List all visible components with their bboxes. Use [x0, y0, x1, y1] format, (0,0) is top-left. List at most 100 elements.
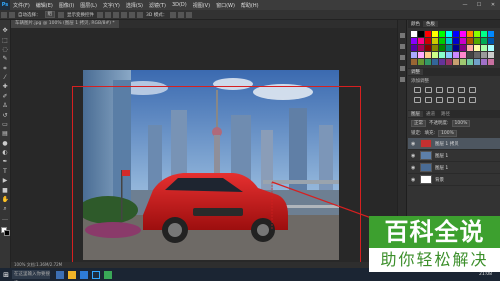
swatch-color[interactable] [488, 45, 494, 51]
swatch-color[interactable] [418, 52, 424, 58]
swatch-color[interactable] [432, 45, 438, 51]
curves-icon[interactable] [436, 87, 443, 93]
swatch-color[interactable] [481, 59, 487, 65]
tab-channels[interactable]: 通道 [423, 111, 438, 117]
swatch-color[interactable] [439, 38, 445, 44]
brush-panel-icon[interactable] [399, 55, 405, 60]
blur-icon[interactable]: ● [2, 140, 9, 147]
character-icon[interactable] [399, 66, 405, 71]
swatch-color[interactable] [425, 45, 431, 51]
menu-edit[interactable]: 编辑(E) [33, 2, 56, 9]
align-center-icon[interactable] [129, 11, 135, 18]
healing-icon[interactable]: ✚ [2, 83, 9, 90]
brush-icon[interactable]: ✐ [2, 93, 9, 100]
swatch-color[interactable] [411, 45, 417, 51]
menu-type[interactable]: 文字(Y) [100, 2, 123, 9]
layer-row[interactable]: ◉ 背景 [408, 174, 500, 186]
shape-icon[interactable]: ■ [2, 187, 9, 194]
swatch-color[interactable] [460, 31, 466, 37]
tab-color[interactable]: 颜色 [408, 21, 423, 27]
tool-preset-icon[interactable] [9, 11, 15, 18]
color-swatches[interactable] [0, 226, 10, 237]
menu-filter[interactable]: 滤镜(T) [146, 2, 169, 9]
channel-mixer-icon[interactable] [447, 97, 454, 103]
align-middle-icon[interactable] [105, 11, 111, 18]
minimize-button[interactable]: — [458, 2, 472, 8]
auto-select-dropdown[interactable]: 组 [44, 11, 55, 18]
swatch-color[interactable] [467, 38, 473, 44]
properties-icon[interactable] [399, 44, 405, 49]
lasso-icon[interactable]: ◌ [2, 46, 9, 53]
3d-drag-icon[interactable] [186, 11, 193, 18]
swatch-color[interactable] [460, 45, 466, 51]
task-view-icon[interactable] [56, 270, 64, 279]
type-icon[interactable]: T [2, 168, 9, 175]
swatch-color[interactable] [439, 52, 445, 58]
swatch-color[interactable] [418, 45, 424, 51]
swatch-color[interactable] [411, 52, 417, 58]
history-brush-icon[interactable]: ↺ [2, 112, 9, 119]
swatch-color[interactable] [488, 59, 494, 65]
swatch-color[interactable] [460, 38, 466, 44]
menu-layer[interactable]: 图层(L) [77, 2, 100, 9]
maximize-button[interactable]: ☐ [472, 2, 486, 8]
align-bottom-icon[interactable] [113, 11, 119, 18]
swatch-color[interactable] [467, 52, 473, 58]
swatch-color[interactable] [453, 52, 459, 58]
invert-icon[interactable] [469, 97, 476, 103]
tab-layers[interactable]: 图层 [408, 111, 423, 117]
3d-rotate-icon[interactable] [170, 11, 177, 18]
lookup-icon[interactable] [458, 97, 465, 103]
menu-image[interactable]: 图像(I) [56, 2, 77, 9]
menu-window[interactable]: 窗口(W) [213, 2, 238, 9]
eraser-icon[interactable]: ▭ [2, 121, 9, 128]
tab-adjustments[interactable]: 调整 [408, 69, 423, 75]
swatch-color[interactable] [418, 59, 424, 65]
swatch-color[interactable] [425, 31, 431, 37]
document-tab[interactable]: 车辆图片.jpg @ 100% (图层 1 拷贝, RGB/8#) * [11, 20, 119, 28]
swatch-color[interactable] [467, 59, 473, 65]
swatch-color[interactable] [411, 59, 417, 65]
swatch-color[interactable] [446, 38, 452, 44]
move-tool-icon[interactable] [1, 11, 7, 18]
quick-select-icon[interactable]: ✎ [2, 55, 9, 62]
swatch-color[interactable] [460, 59, 466, 65]
levels-icon[interactable] [425, 87, 432, 93]
path-select-icon[interactable]: ▶ [2, 177, 9, 184]
swatch-color[interactable] [453, 31, 459, 37]
swatch-color[interactable] [411, 31, 417, 37]
swatch-color[interactable] [446, 59, 452, 65]
history-icon[interactable] [399, 33, 405, 38]
swatch-color[interactable] [446, 45, 452, 51]
zoom-level[interactable]: 100% [14, 262, 25, 267]
layer-row[interactable]: ◉ 图层 1 [408, 162, 500, 174]
swatch-color[interactable] [446, 31, 452, 37]
tab-paths[interactable]: 路径 [438, 111, 453, 117]
canvas-area[interactable] [11, 28, 397, 270]
eye-icon[interactable]: ◉ [411, 153, 417, 159]
swatch-color[interactable] [432, 52, 438, 58]
swatch-color[interactable] [439, 59, 445, 65]
swatch-color[interactable] [488, 52, 494, 58]
align-right-icon[interactable] [137, 11, 143, 18]
layer-row[interactable]: ◉ 图层 1 [408, 150, 500, 162]
swatch-color[interactable] [481, 45, 487, 51]
vibrance-icon[interactable] [458, 87, 465, 93]
eye-icon[interactable]: ◉ [411, 141, 417, 147]
swatch-color[interactable] [425, 38, 431, 44]
pen-icon[interactable]: ✒ [2, 158, 9, 165]
swatch-color[interactable] [453, 38, 459, 44]
eye-icon[interactable]: ◉ [411, 165, 417, 171]
swatch-color[interactable] [488, 31, 494, 37]
paragraph-icon[interactable] [399, 77, 405, 82]
swatch-color[interactable] [425, 52, 431, 58]
swatch-color[interactable] [432, 59, 438, 65]
menu-help[interactable]: 帮助(H) [238, 2, 262, 9]
brightness-icon[interactable] [414, 87, 421, 93]
app-icon[interactable] [104, 270, 112, 279]
swatch-color[interactable] [460, 52, 466, 58]
swatches-grid[interactable] [408, 28, 500, 68]
swatch-color[interactable] [481, 52, 487, 58]
align-left-icon[interactable] [121, 11, 127, 18]
swatch-color[interactable] [474, 31, 480, 37]
